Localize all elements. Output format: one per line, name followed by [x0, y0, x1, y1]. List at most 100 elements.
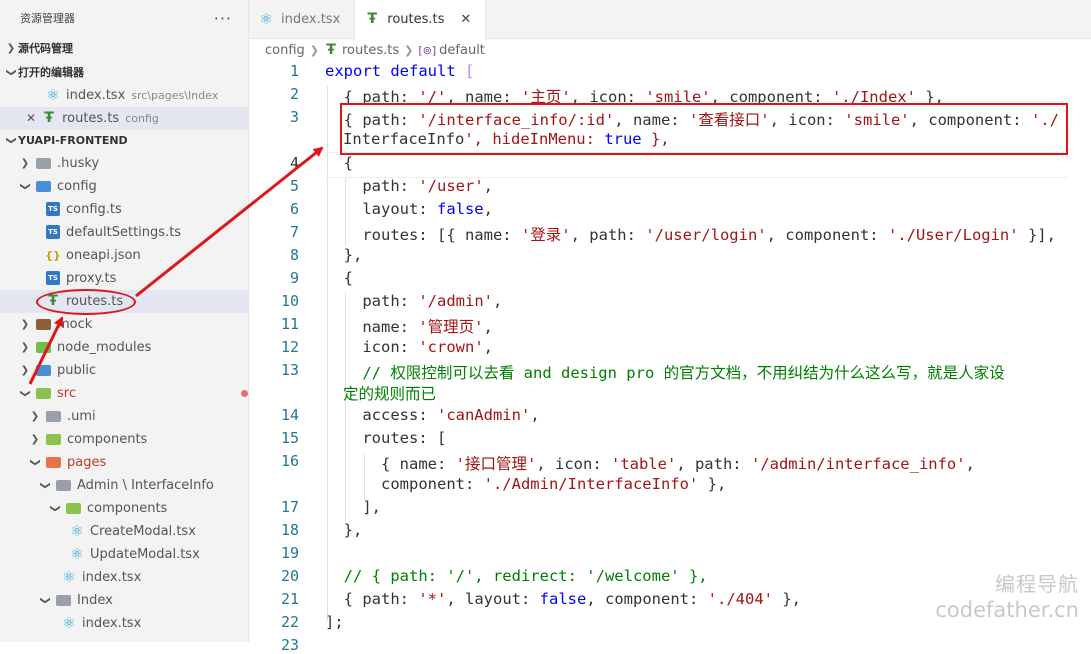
- tree-file[interactable]: TS config.ts: [0, 198, 248, 221]
- open-editors-section[interactable]: ❯ 打开的编辑器: [0, 61, 248, 84]
- tree-folder[interactable]: ❯ config: [0, 175, 248, 198]
- tree-file[interactable]: TS defaultSettings.ts: [0, 221, 248, 244]
- watermark-line: 编程导航: [995, 572, 1079, 596]
- open-editor-item[interactable]: ✕ Ŧ routes.ts config: [0, 107, 248, 130]
- route-file-icon: Ŧ: [326, 42, 336, 58]
- components-folder-icon: [46, 433, 61, 445]
- symbol-icon: [⊚]: [418, 43, 437, 57]
- line-number: 22: [280, 613, 299, 631]
- open-editor-name: index.tsx: [66, 87, 126, 103]
- tree-label: components: [67, 431, 148, 447]
- tab-label: routes.ts: [387, 11, 445, 27]
- tree-label: node_modules: [57, 339, 152, 355]
- tree-folder[interactable]: ❯ components: [0, 497, 248, 520]
- chevron-right-icon: ❯: [30, 433, 40, 445]
- watermark-line: codefather.cn: [935, 598, 1079, 622]
- breadcrumb: config ❯ Ŧ routes.ts ❯ [⊚] default: [265, 39, 485, 61]
- tab-index-tsx[interactable]: ⚛ index.tsx: [249, 0, 356, 38]
- more-actions-icon[interactable]: ···: [214, 9, 232, 28]
- annotation-box: [340, 103, 1068, 155]
- tree-label: .umi: [67, 408, 96, 424]
- line-number: 14: [280, 406, 299, 424]
- tree-label: config.ts: [66, 201, 122, 217]
- chevron-down-icon: ❯: [19, 389, 31, 398]
- chevron-right-icon: ❯: [404, 43, 414, 57]
- breadcrumb-item[interactable]: routes.ts: [342, 43, 399, 58]
- tree-folder[interactable]: ❯ mock: [0, 313, 248, 336]
- chevron-down-icon: ❯: [5, 68, 17, 77]
- code-comment-wrap: 定的规则而已: [343, 385, 437, 403]
- line-number: 7: [289, 223, 299, 241]
- chevron-right-icon: ❯: [309, 43, 319, 57]
- tree-file[interactable]: ⚛ index.tsx: [0, 612, 248, 635]
- typescript-file-icon: TS: [46, 271, 60, 286]
- open-editor-path: config: [125, 111, 159, 125]
- close-icon[interactable]: ✕: [26, 111, 36, 125]
- react-file-icon: ⚛: [70, 545, 84, 564]
- chevron-right-icon: ❯: [20, 318, 30, 330]
- code-line: { path: '*', layout: false, component: '…: [325, 590, 801, 608]
- tree-folder[interactable]: ❯ public: [0, 359, 248, 382]
- current-line-highlight: [325, 152, 1068, 178]
- modified-dot: [241, 389, 248, 397]
- chevron-down-icon: ❯: [19, 182, 31, 191]
- code-line: name: '管理页',: [325, 318, 493, 336]
- code-comment: // 权限控制可以去看 and design pro 的官方文档，不用纠结为什么…: [325, 364, 1005, 382]
- tree-folder[interactable]: ❯ node_modules: [0, 336, 248, 359]
- react-file-icon: ⚛: [62, 568, 76, 587]
- tree-label: src: [57, 385, 76, 401]
- code-line: export default [: [325, 62, 474, 80]
- line-number: 1: [289, 62, 299, 80]
- route-file-icon: Ŧ: [367, 11, 378, 27]
- tree-file[interactable]: ⚛ index.tsx: [0, 566, 248, 589]
- tab-routes-ts[interactable]: Ŧ routes.ts ✕: [355, 0, 487, 39]
- tree-file[interactable]: TS proxy.ts: [0, 267, 248, 290]
- tree-label: index.tsx: [82, 615, 142, 631]
- line-number: 9: [289, 269, 299, 287]
- tree-file[interactable]: ⚛ UpdateModal.tsx: [0, 543, 248, 566]
- project-section[interactable]: ❯ YUAPI-FRONTEND: [0, 129, 248, 152]
- code-line-wrap: component: './Admin/InterfaceInfo' },: [325, 475, 727, 493]
- chevron-right-icon: ❯: [30, 410, 40, 422]
- explorer-header: 资源管理器 ···: [0, 0, 248, 36]
- open-editors-label: 打开的编辑器: [18, 66, 84, 80]
- line-number: 2: [289, 85, 299, 103]
- route-file-icon: Ŧ: [44, 110, 54, 127]
- scm-section-label: 源代码管理: [18, 42, 73, 56]
- chevron-down-icon: ❯: [39, 596, 51, 605]
- breadcrumb-item[interactable]: default: [439, 43, 485, 58]
- tree-folder[interactable]: ❯ pages: [0, 451, 248, 474]
- chevron-right-icon: ❯: [20, 157, 30, 169]
- close-icon[interactable]: ✕: [460, 12, 471, 27]
- line-number: 19: [280, 544, 299, 562]
- node-folder-icon: [36, 341, 51, 353]
- tree-folder[interactable]: ❯ components: [0, 428, 248, 451]
- tree-folder[interactable]: ❯ src: [0, 382, 248, 405]
- chevron-down-icon: ❯: [29, 458, 41, 467]
- open-editor-item[interactable]: ⚛ index.tsx src\pages\Index: [0, 84, 248, 107]
- chevron-down-icon: ❯: [5, 136, 17, 145]
- tree-folder[interactable]: ❯ .umi: [0, 405, 248, 428]
- tree-label: defaultSettings.ts: [66, 224, 182, 240]
- tree-folder[interactable]: ❯ Admin \ InterfaceInfo: [0, 474, 248, 497]
- tree-file[interactable]: ⚛ CreateModal.tsx: [0, 520, 248, 543]
- tree-label: oneapi.json: [66, 247, 141, 263]
- folder-icon: [46, 410, 61, 422]
- code-line: { name: '接口管理', icon: 'table', path: '/a…: [325, 455, 975, 473]
- line-number: 20: [280, 567, 299, 585]
- tree-folder[interactable]: ❯ Index: [0, 589, 248, 612]
- code-line: routes: [{ name: '登录', path: '/user/logi…: [325, 226, 1056, 244]
- explorer-title: 资源管理器: [20, 12, 75, 25]
- code-line: ];: [325, 613, 344, 631]
- line-number: 21: [280, 590, 299, 608]
- tree-folder[interactable]: ❯ .husky: [0, 152, 248, 175]
- tree-label: pages: [67, 454, 107, 470]
- breadcrumb-item[interactable]: config: [265, 43, 305, 58]
- react-file-icon: ⚛: [70, 522, 84, 541]
- code-comment: // { path: '/', redirect: '/welcome' },: [325, 567, 708, 585]
- tree-file[interactable]: {} oneapi.json: [0, 244, 248, 267]
- tree-label: components: [87, 500, 168, 516]
- scm-section[interactable]: ❯ 源代码管理: [0, 37, 248, 60]
- react-file-icon: ⚛: [46, 86, 60, 105]
- line-number: 4: [289, 154, 299, 172]
